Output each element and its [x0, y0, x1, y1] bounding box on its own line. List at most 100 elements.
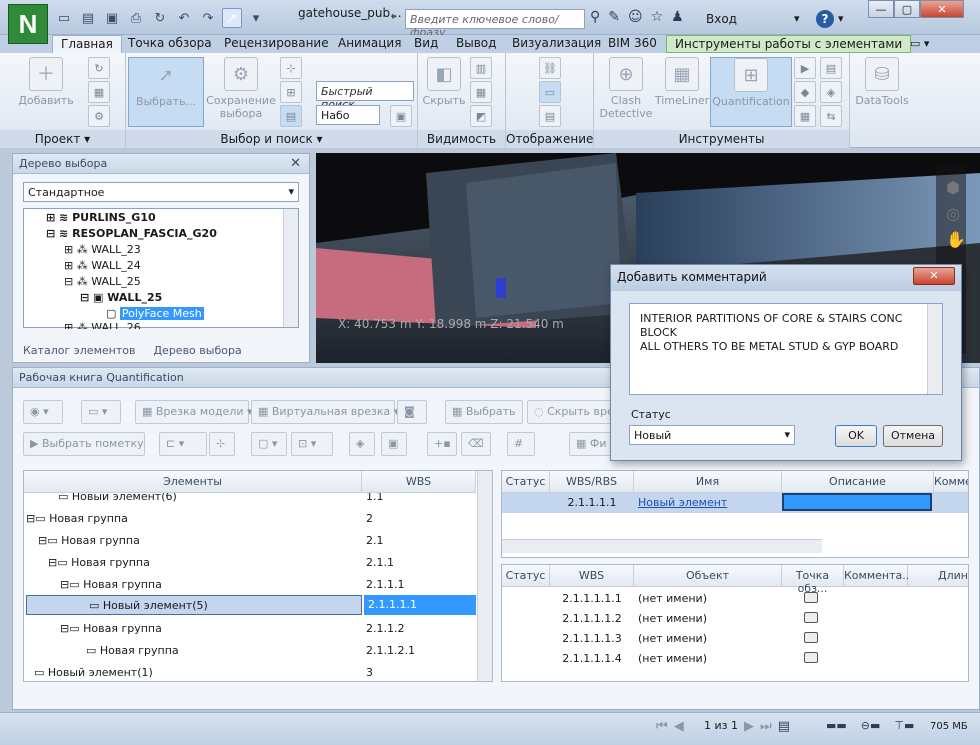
refresh-icon[interactable]: ↻	[150, 8, 170, 28]
description-cell-editing[interactable]	[782, 493, 932, 511]
close-icon[interactable]: ✕	[920, 0, 964, 18]
pan-icon[interactable]: ✋	[946, 227, 966, 253]
unhide-icon[interactable]: ▦	[470, 81, 492, 103]
count-icon[interactable]: ▣	[381, 432, 407, 456]
tree-scrollbar[interactable]	[283, 209, 298, 327]
tab-bim360[interactable]: BIM 360	[600, 35, 665, 53]
wrench-icon[interactable]: ✎	[608, 9, 620, 25]
chevron-right-icon[interactable]: ▸	[392, 11, 397, 22]
sets-dropdown[interactable]: Набо	[316, 105, 380, 125]
comment-scrollbar[interactable]	[927, 304, 942, 394]
tree-mode-dropdown[interactable]: Стандартное ▾	[23, 182, 299, 202]
open-icon[interactable]: ▤	[78, 8, 98, 28]
datatools-button[interactable]: ⛁ DataTools	[850, 57, 914, 127]
selection-tree-icon[interactable]: ▤	[280, 105, 302, 127]
table-row[interactable]: ▭ Новый элемент(1)	[34, 663, 153, 681]
clash-detective-button[interactable]: ⊕ Clash Detective	[594, 57, 658, 127]
comment-textarea[interactable]: INTERIOR PARTITIONS OF CORE & STAIRS CON…	[629, 303, 943, 395]
app-logo[interactable]: N	[8, 4, 48, 44]
polyline-tool[interactable]: ⊏ ▾	[159, 432, 207, 456]
close-icon[interactable]: ✕	[913, 267, 955, 285]
lock-icon[interactable]: ▥	[470, 57, 492, 79]
column-header-items[interactable]: Элементы	[24, 471, 362, 493]
table-row[interactable]: ▭ Новая группа	[86, 641, 179, 661]
last-page-icon[interactable]: ⏭	[760, 719, 772, 734]
status-dropdown[interactable]: Новый ▾	[629, 425, 795, 445]
filter-button[interactable]: ▦ Фи	[569, 432, 613, 456]
table-row[interactable]: ⊟▭ Новая группа	[60, 575, 162, 595]
camera-icon[interactable]: ◙	[397, 400, 427, 424]
select-all-icon[interactable]: ⊹	[280, 57, 302, 79]
wheel-icon[interactable]: ◎	[946, 201, 966, 227]
tab-review[interactable]: Рецензирование	[216, 35, 337, 53]
table-row[interactable]: ⊟▭ Новая группа	[48, 553, 150, 573]
camera-icon[interactable]	[804, 609, 818, 629]
group-select-label[interactable]: Выбор и поиск ▾	[126, 130, 417, 148]
column-header-description[interactable]: Описание	[782, 471, 934, 493]
add-button[interactable]: ＋ Добавить	[14, 57, 78, 127]
tree-item[interactable]: ⊟ ▣ WALL_25	[80, 291, 162, 306]
hide-takeoff-button[interactable]: ◌ Скрыть вре	[527, 400, 617, 424]
appearance-icon[interactable]: ◆	[794, 81, 816, 103]
table-row[interactable]: ⊟▭ Новая группа	[60, 619, 162, 639]
user-icon[interactable]: ☺	[628, 9, 643, 25]
tab-animation[interactable]: Анимация	[330, 35, 409, 53]
eraser-icon[interactable]: ⌫	[461, 432, 491, 456]
batch-icon[interactable]: ▦	[794, 105, 816, 127]
column-header-wbs[interactable]: WBS	[550, 565, 634, 587]
column-header-comments[interactable]: Комме	[934, 471, 968, 493]
ok-button[interactable]: OK	[835, 425, 877, 447]
minimize-icon[interactable]: —	[868, 0, 894, 18]
table-row[interactable]: ⊟▭ Новая группа	[26, 509, 128, 529]
column-header-name[interactable]: Имя	[634, 471, 782, 493]
close-icon[interactable]: ✕	[290, 156, 301, 171]
star-icon[interactable]: ☆	[651, 9, 664, 25]
area-tool[interactable]: ▢ ▾	[251, 432, 287, 456]
ribbon-options-icon[interactable]: ▭ ▾	[910, 37, 929, 50]
tab-selection-tree[interactable]: Дерево выбора	[153, 344, 241, 357]
tab-item-tools[interactable]: Инструменты работы с элементами	[666, 35, 912, 53]
tree-item-selected[interactable]: ▢ PolyFace Mesh	[106, 307, 204, 322]
display-dropdown[interactable]: ▭ ▾	[81, 400, 121, 424]
tab-render[interactable]: Визуализация	[504, 35, 609, 53]
hash-icon[interactable]: #	[507, 432, 535, 456]
sets-icon[interactable]: ▣	[390, 105, 412, 127]
tree-item[interactable]: ⊟ ⁂ WALL_25	[64, 275, 141, 290]
login-link[interactable]: Вход	[706, 12, 737, 26]
undo-icon[interactable]: ↶	[174, 8, 194, 28]
visibility-icon[interactable]: ◩	[470, 105, 492, 127]
select-button[interactable]: ▦ Выбрать	[445, 400, 523, 424]
camera-icon[interactable]	[804, 629, 818, 649]
tab-home[interactable]: Главная	[52, 35, 122, 53]
column-header-comment[interactable]: Коммента...	[844, 565, 913, 587]
camera-icon[interactable]	[804, 649, 818, 669]
cancel-button[interactable]: Отмена	[883, 425, 943, 447]
link-icon[interactable]: ⛓	[539, 57, 561, 79]
first-page-icon[interactable]: ⏮	[656, 719, 668, 734]
column-header-wbs-rbs[interactable]: WBS/RBS	[550, 471, 634, 493]
select-markup-button[interactable]: ▶ Выбрать пометку	[23, 432, 145, 456]
column-header-length[interactable]: Длин	[908, 565, 968, 587]
new-icon[interactable]: ▭	[54, 8, 74, 28]
linear-tool[interactable]: ⊹	[209, 432, 235, 456]
add-point-icon[interactable]: +▪	[427, 432, 457, 456]
virtual-takeoff-button[interactable]: ▦ Виртуальная врезка ▾	[251, 400, 399, 424]
table-row[interactable]: ⊟▭ Новая группа	[38, 531, 140, 551]
table-row-selected[interactable]: ▭ Новый элемент(5)	[26, 595, 362, 615]
comment-icon[interactable]: ▭	[539, 81, 561, 103]
visibility-dropdown[interactable]: ◉ ▾	[23, 400, 63, 424]
tree-item[interactable]: ⊞ ≋ PURLINS_G10	[46, 211, 156, 226]
print-icon[interactable]: ⎙	[126, 8, 146, 28]
details-hscrollbar[interactable]	[502, 539, 822, 553]
table-row[interactable]: ▭ Новый элемент(6)	[58, 493, 177, 507]
search-input[interactable]: Введите ключевое слово/фразу	[405, 9, 585, 39]
quantification-button[interactable]: ⊞ Quantification	[710, 57, 792, 127]
select-button[interactable]: ➚ Выбрать...	[128, 57, 204, 127]
redo-icon[interactable]: ↷	[198, 8, 218, 28]
properties-icon[interactable]: ▤	[539, 105, 561, 127]
binoculars-icon[interactable]: ⚲	[590, 9, 600, 25]
model-takeoff-button[interactable]: ▦ Врезка модели ▾	[135, 400, 253, 424]
column-header-status[interactable]: Статус	[502, 471, 550, 493]
settings-icon[interactable]: ⚙	[88, 105, 110, 127]
help-icon[interactable]: ?	[816, 10, 834, 28]
